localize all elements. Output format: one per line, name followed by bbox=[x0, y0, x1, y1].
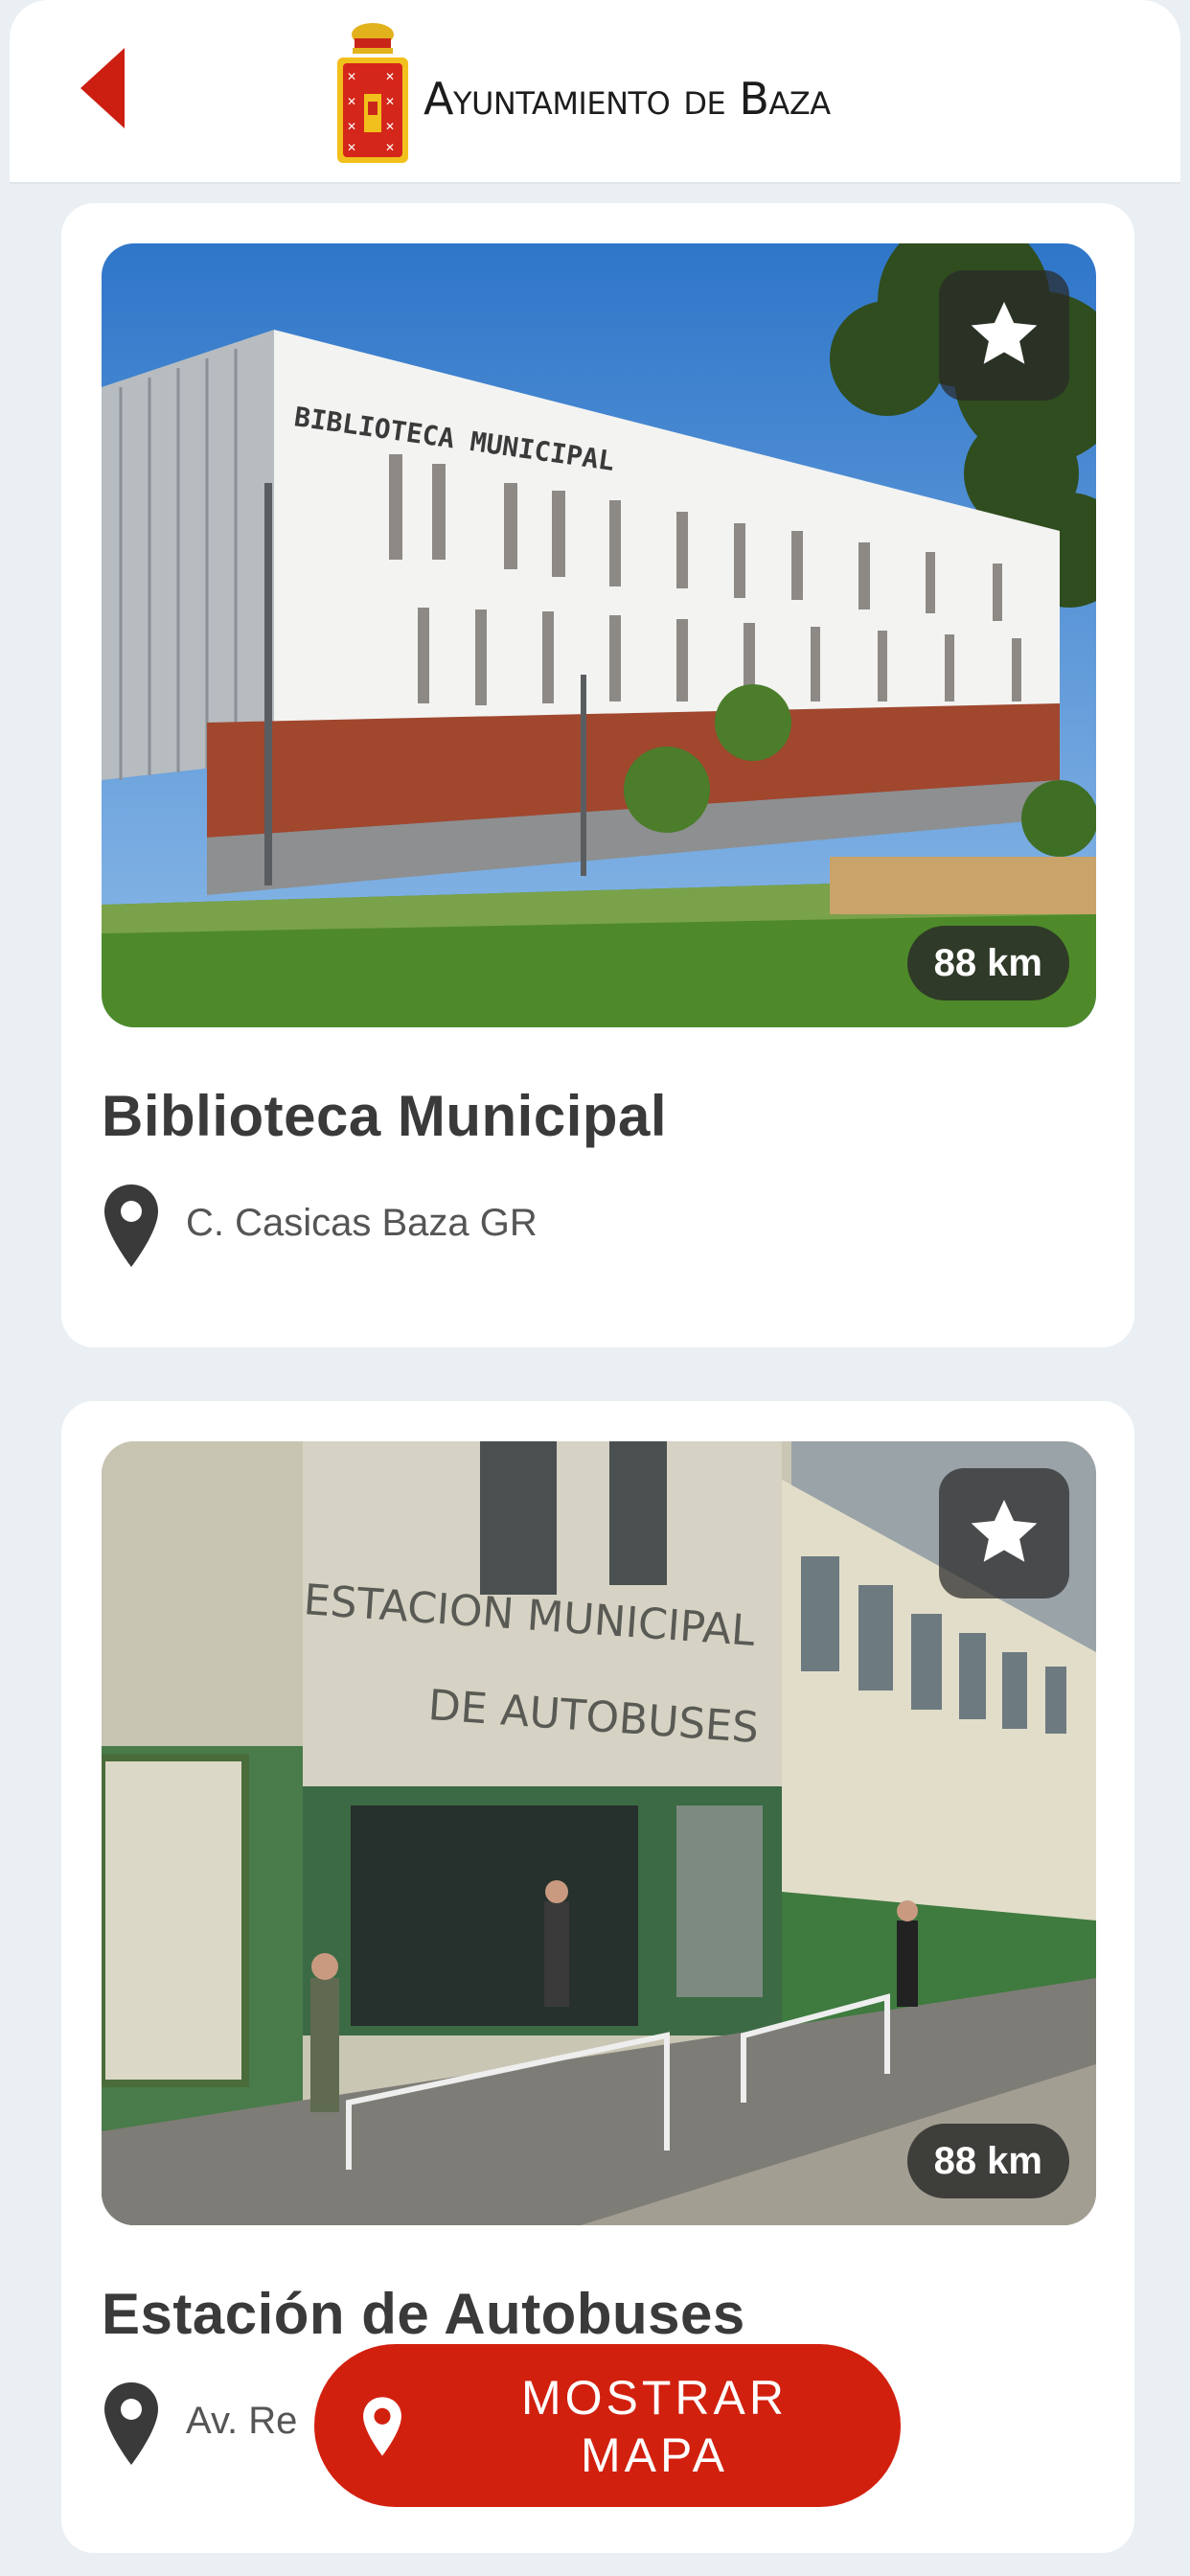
app-screen: ✕ ✕ ✕ ✕ ✕ ✕ ✕ ✕ Ayuntamiento de Baza BIB… bbox=[10, 0, 1180, 2576]
favorite-button[interactable] bbox=[939, 270, 1069, 401]
chevron-left-icon bbox=[80, 48, 125, 128]
map-pin-icon bbox=[363, 2397, 401, 2456]
app-title: Ayuntamiento de Baza bbox=[423, 73, 831, 125]
svg-text:✕: ✕ bbox=[385, 95, 395, 108]
svg-text:✕: ✕ bbox=[347, 141, 356, 154]
place-photo: BIBLIOTECA MUNICIPAL 88 km bbox=[102, 243, 1096, 1027]
place-address: C. Casicas Baza GR bbox=[102, 1183, 538, 1269]
coat-of-arms-icon: ✕ ✕ ✕ ✕ ✕ ✕ ✕ ✕ bbox=[332, 13, 414, 167]
star-icon bbox=[971, 302, 1038, 364]
address-text: Av. Re bbox=[186, 2400, 298, 2442]
svg-text:✕: ✕ bbox=[385, 70, 395, 83]
back-button[interactable] bbox=[73, 42, 140, 134]
show-map-button[interactable]: MOSTRAR MAPA bbox=[314, 2344, 901, 2507]
show-map-label: MOSTRAR MAPA bbox=[477, 2369, 832, 2484]
show-map-label-line1: MOSTRAR bbox=[521, 2371, 788, 2425]
address-text: C. Casicas Baza GR bbox=[186, 1202, 538, 1244]
map-pin-icon bbox=[104, 1184, 158, 1267]
distance-badge: 88 km bbox=[906, 926, 1069, 1000]
svg-text:✕: ✕ bbox=[347, 95, 356, 108]
place-title: Estación de Autobuses bbox=[102, 2282, 745, 2346]
svg-text:✕: ✕ bbox=[347, 70, 356, 83]
show-map-label-line2: MAPA bbox=[581, 2428, 728, 2482]
place-address: Av. Re bbox=[102, 2380, 297, 2467]
svg-text:✕: ✕ bbox=[385, 120, 395, 133]
distance-badge: 88 km bbox=[906, 2124, 1069, 2198]
map-pin-icon bbox=[104, 2382, 158, 2465]
place-title: Biblioteca Municipal bbox=[102, 1084, 668, 1148]
svg-text:✕: ✕ bbox=[347, 120, 356, 133]
top-bar: ✕ ✕ ✕ ✕ ✕ ✕ ✕ ✕ Ayuntamiento de Baza bbox=[10, 0, 1180, 184]
svg-text:✕: ✕ bbox=[385, 141, 395, 154]
place-card[interactable]: BIBLIOTECA MUNICIPAL 88 km Biblioteca Mu… bbox=[61, 203, 1134, 1347]
star-icon bbox=[971, 1500, 1038, 1562]
favorite-button[interactable] bbox=[939, 1468, 1069, 1598]
place-photo: ESTACION MUNICIPAL DE AUTOBUSES 88 km bbox=[102, 1441, 1096, 2225]
